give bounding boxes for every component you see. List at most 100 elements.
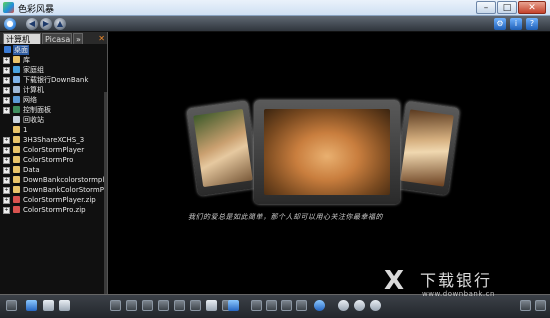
tree-item-homegroup[interactable]: + 家庭组 [0, 65, 107, 75]
folder-icon [13, 186, 20, 193]
back-icon[interactable]: ◀ [26, 18, 38, 30]
watermark-logo: X [384, 266, 405, 296]
tree-item-desktop[interactable]: 桌面 [0, 45, 107, 55]
top-toolbar: ● ◀ ▶ ▲ ⚙ i ? [0, 16, 550, 32]
folder-view-icon[interactable] [26, 300, 37, 311]
edit-icon[interactable] [206, 300, 217, 311]
tab-computer[interactable]: 计算机 [3, 33, 41, 44]
actual-size-icon[interactable] [370, 300, 381, 311]
maximize-button[interactable]: □ [497, 1, 517, 14]
expand-icon[interactable]: + [3, 177, 10, 184]
folder-sidebar: 计算机 Picasa » ✕ 桌面 + 库 + 家庭组 + 下载银行DownBa… [0, 32, 108, 294]
prev-icon[interactable] [266, 300, 277, 311]
slideshow-icon[interactable] [314, 300, 325, 311]
folder-icon [13, 166, 20, 173]
tree-item-colorstormpro-zip[interactable]: + ColorStormPro.zip [0, 205, 107, 215]
tree-item-downbank[interactable]: + 下载银行DownBank [0, 75, 107, 85]
homegroup-icon [13, 66, 20, 73]
watermark-url: www.downbank.cn [422, 290, 495, 298]
tree-item-3h3share[interactable]: + 3H3ShareXCHS_3 [0, 135, 107, 145]
zip-file-icon [13, 206, 20, 213]
toggle-sidebar-icon[interactable] [6, 300, 17, 311]
expand-icon[interactable]: + [3, 97, 10, 104]
photo-girl-right [400, 109, 454, 187]
export-icon[interactable] [228, 300, 239, 311]
computer-icon [13, 86, 20, 93]
library-icon [13, 56, 20, 63]
tree-item-downbankcolorstormpro[interactable]: + DownBankColorStormPro [0, 185, 107, 195]
tab-computer-label: 计算机 [6, 35, 30, 44]
expand-icon[interactable]: + [3, 137, 10, 144]
tab-more-label: » [76, 35, 81, 44]
photo-frame-left[interactable] [186, 100, 260, 196]
tree-item-colorstormplayer[interactable]: + ColorStormPlayer [0, 145, 107, 155]
expand-icon[interactable]: + [3, 147, 10, 154]
layout-6-icon[interactable] [190, 300, 201, 311]
layout-5-icon[interactable] [174, 300, 185, 311]
desktop-icon [4, 46, 11, 53]
photo-frame-right[interactable] [394, 100, 460, 196]
folder-icon [13, 136, 20, 143]
expand-icon[interactable]: + [3, 157, 10, 164]
tree-item-folder-1[interactable]: 1 [0, 125, 107, 135]
next-icon[interactable] [296, 300, 307, 311]
recycle-bin-icon [13, 116, 20, 123]
tree-item-data[interactable]: + Data [0, 165, 107, 175]
photo-kitten [264, 109, 390, 195]
expand-icon[interactable]: + [3, 207, 10, 214]
first-icon[interactable] [251, 300, 262, 311]
expand-icon[interactable]: + [3, 187, 10, 194]
window-title: 色彩风暴 [18, 5, 55, 15]
zoom-out-icon[interactable] [354, 300, 365, 311]
tree-item-downbankcolorstormplayer[interactable]: + DownBankcolorstormplaye [0, 175, 107, 185]
print-icon[interactable] [59, 300, 70, 311]
help-icon[interactable]: ? [526, 18, 538, 30]
title-bar: 色彩风暴 – □ ✕ [0, 0, 550, 16]
expand-icon[interactable]: + [3, 197, 10, 204]
expand-icon[interactable]: + [3, 67, 10, 74]
expand-icon[interactable]: + [3, 57, 10, 64]
sidebar-tabs: 计算机 Picasa » ✕ [0, 32, 107, 44]
expand-icon[interactable]: + [3, 167, 10, 174]
tree-item-network[interactable]: + 网络 [0, 95, 107, 105]
layout-4-icon[interactable] [158, 300, 169, 311]
zoom-in-icon[interactable] [338, 300, 349, 311]
expand-icon[interactable]: + [3, 87, 10, 94]
layout-1-icon[interactable] [110, 300, 121, 311]
tab-more[interactable]: » [73, 33, 83, 44]
tree-item-recycle-bin[interactable]: 回收站 [0, 115, 107, 125]
settings-icon[interactable]: ⚙ [494, 18, 506, 30]
network-icon [13, 96, 20, 103]
photo-girl-left [193, 108, 253, 188]
app-menu-icon[interactable]: ● [4, 18, 16, 30]
layout-2-icon[interactable] [126, 300, 137, 311]
photo-frame-center[interactable] [254, 100, 400, 204]
expand-icon[interactable]: + [3, 77, 10, 84]
close-tab-icon[interactable]: ✕ [98, 34, 105, 43]
info-icon[interactable]: i [510, 18, 522, 30]
folder-icon [13, 146, 20, 153]
slideshow-caption: 我们的爱总是如此简单，那个人却可以用心关注你最幸福的 [188, 213, 383, 221]
tree-item-control-panel[interactable]: + 控制面板 [0, 105, 107, 115]
photo-viewer: 我们的爱总是如此简单，那个人却可以用心关注你最幸福的 [108, 32, 550, 294]
watermark-brand: 下载银行 [420, 271, 493, 290]
control-panel-icon [13, 106, 20, 113]
play-icon[interactable] [281, 300, 292, 311]
tree-item-library[interactable]: + 库 [0, 55, 107, 65]
tree-item-colorstormplayer-zip[interactable]: + ColorStormPlayer.zip [0, 195, 107, 205]
close-button[interactable]: ✕ [518, 1, 546, 14]
up-icon[interactable]: ▲ [54, 18, 66, 30]
tab-picasa-label: Picasa [45, 35, 71, 44]
folder-icon [13, 126, 20, 133]
tree-item-colorstormpro[interactable]: + ColorStormPro [0, 155, 107, 165]
folder-icon [13, 176, 20, 183]
expand-icon[interactable]: + [3, 107, 10, 114]
app-icon [3, 2, 14, 13]
layout-3-icon[interactable] [142, 300, 153, 311]
minimize-button[interactable]: – [476, 1, 496, 14]
zip-file-icon [13, 196, 20, 203]
forward-icon[interactable]: ▶ [40, 18, 52, 30]
tab-picasa[interactable]: Picasa [42, 33, 72, 44]
save-icon[interactable] [43, 300, 54, 311]
tree-item-computer[interactable]: + 计算机 [0, 85, 107, 95]
